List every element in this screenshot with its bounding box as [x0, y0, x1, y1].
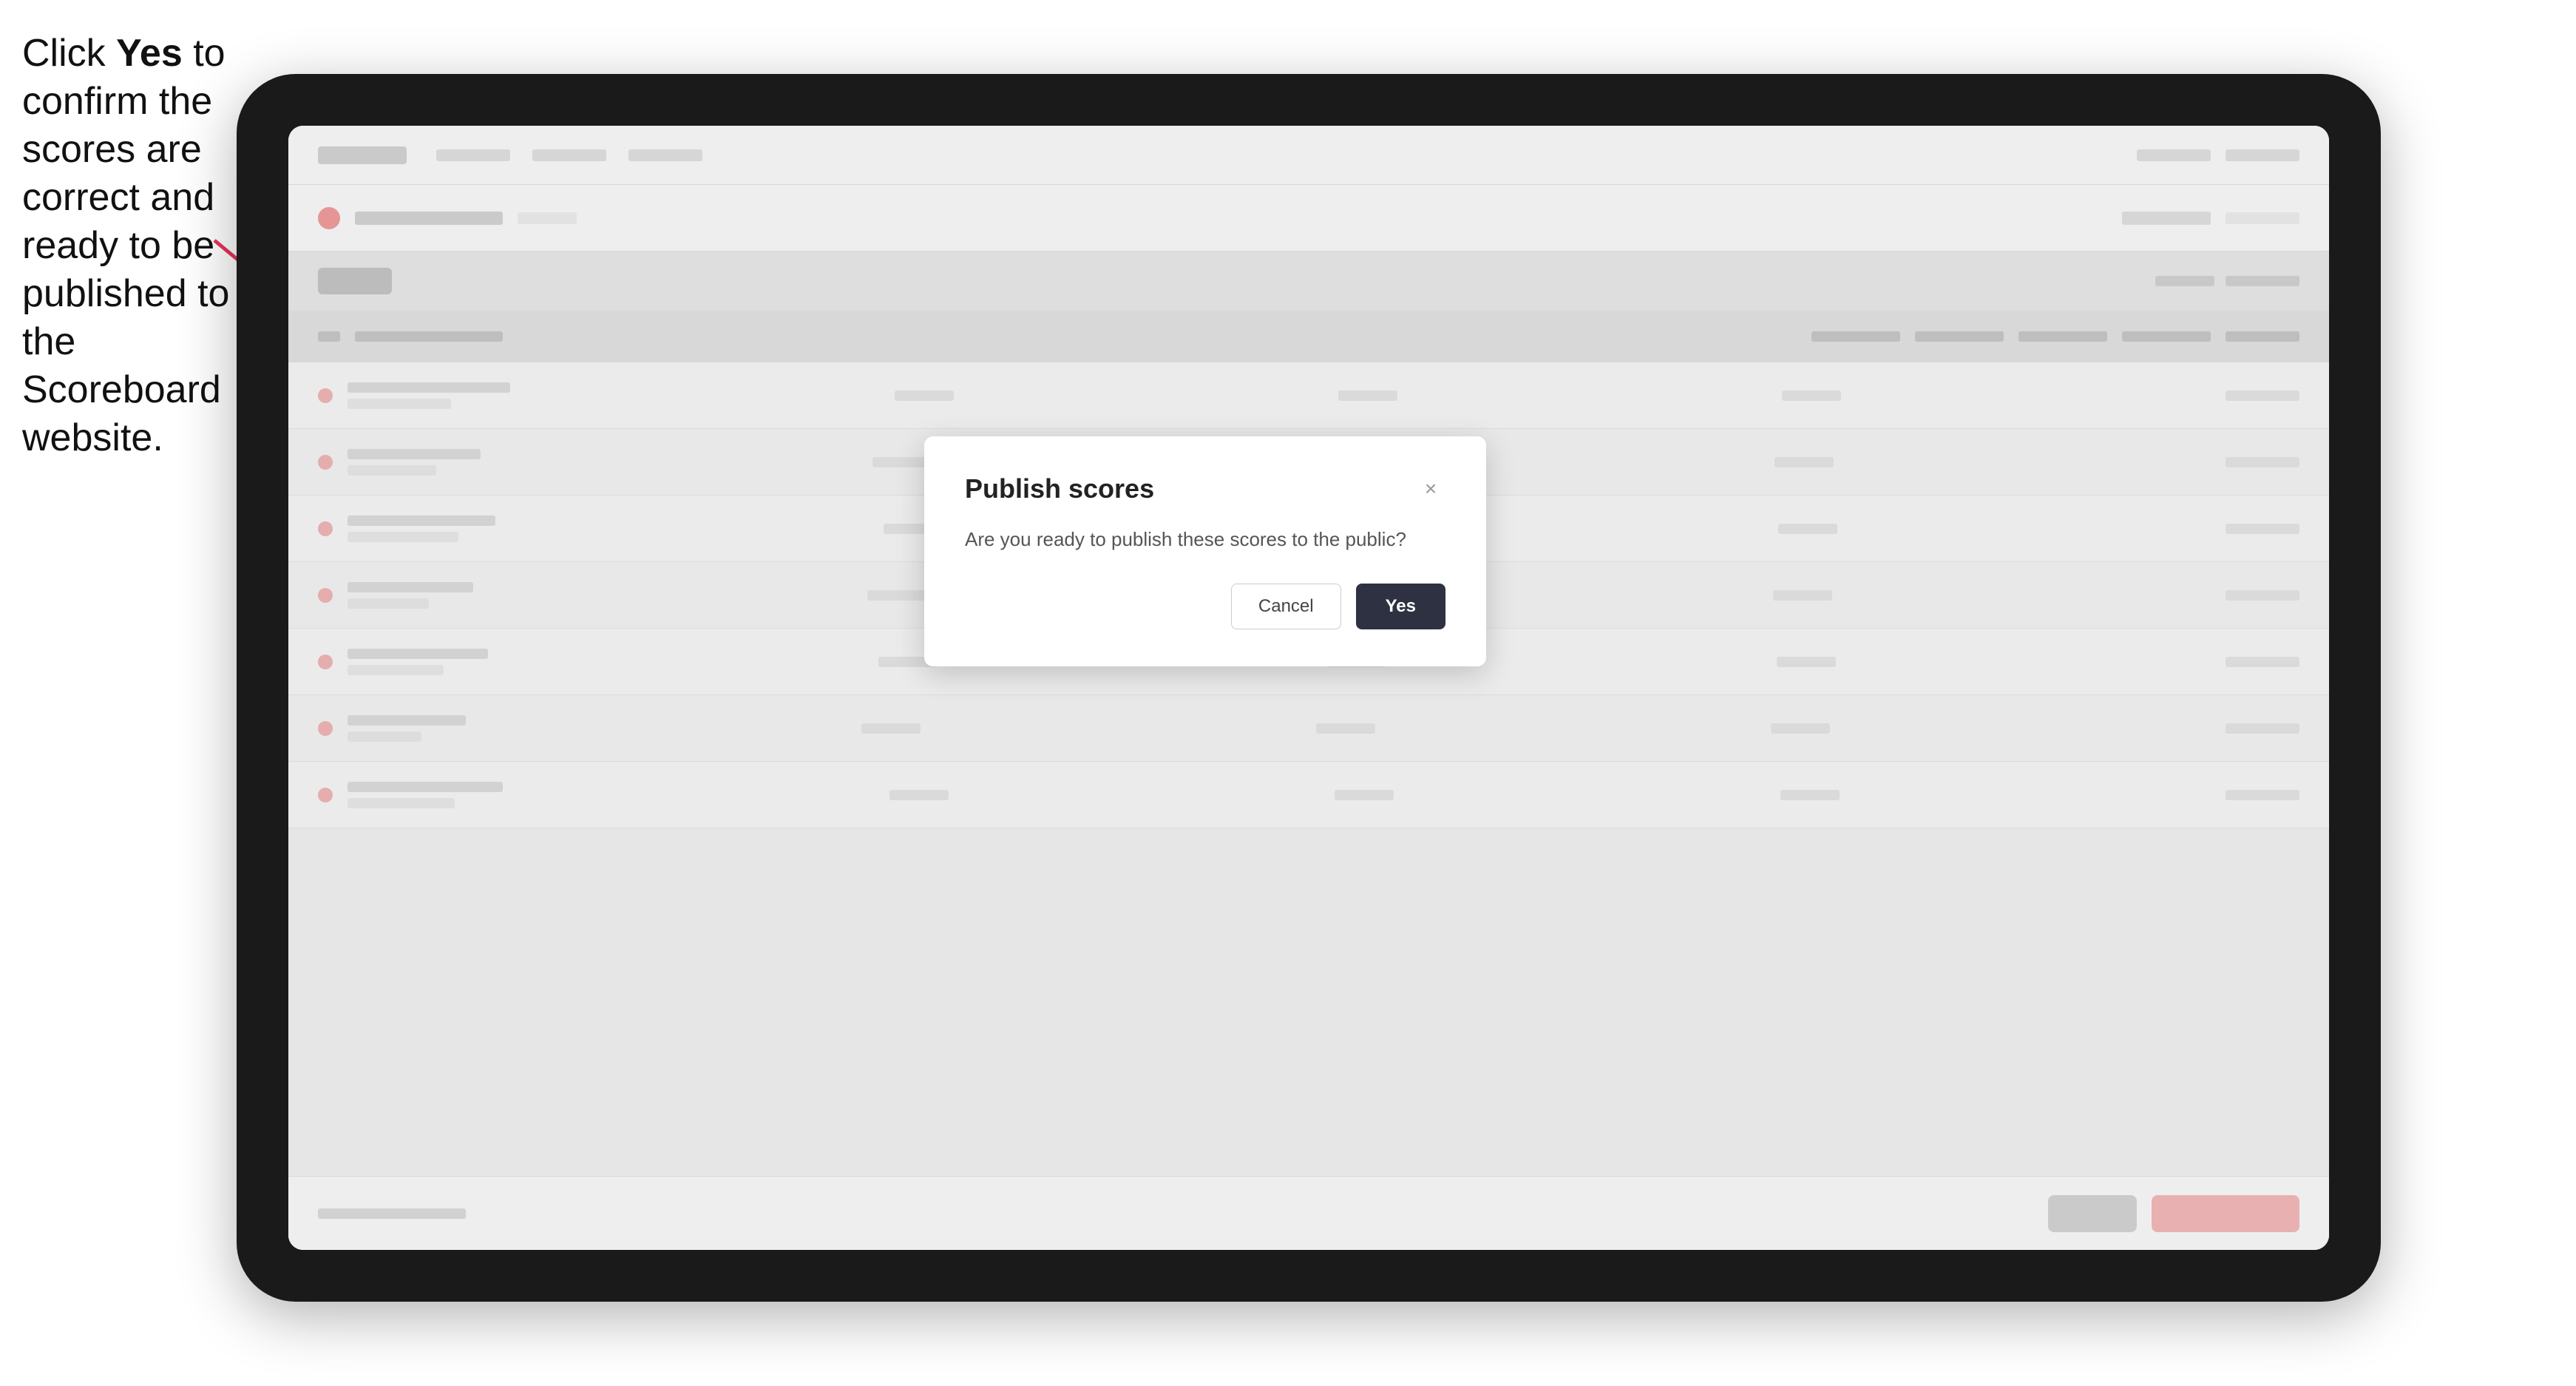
- dialog-overlay: [288, 126, 2329, 1250]
- publish-scores-dialog: Publish scores × Are you ready to publis…: [924, 436, 1486, 666]
- cancel-button[interactable]: Cancel: [1231, 584, 1341, 629]
- tablet-frame: Publish scores × Are you ready to publis…: [237, 74, 2381, 1302]
- dialog-title: Publish scores: [965, 473, 1154, 504]
- dialog-footer: Cancel Yes: [965, 584, 1445, 629]
- dialog-close-button[interactable]: ×: [1416, 474, 1445, 504]
- dialog-body: Are you ready to publish these scores to…: [965, 525, 1445, 554]
- yes-button[interactable]: Yes: [1356, 584, 1445, 629]
- instruction-text: Click Yes to confirm the scores are corr…: [22, 30, 237, 462]
- tablet-screen: Publish scores × Are you ready to publis…: [288, 126, 2329, 1250]
- dialog-header: Publish scores ×: [965, 473, 1445, 504]
- close-icon: ×: [1425, 477, 1437, 501]
